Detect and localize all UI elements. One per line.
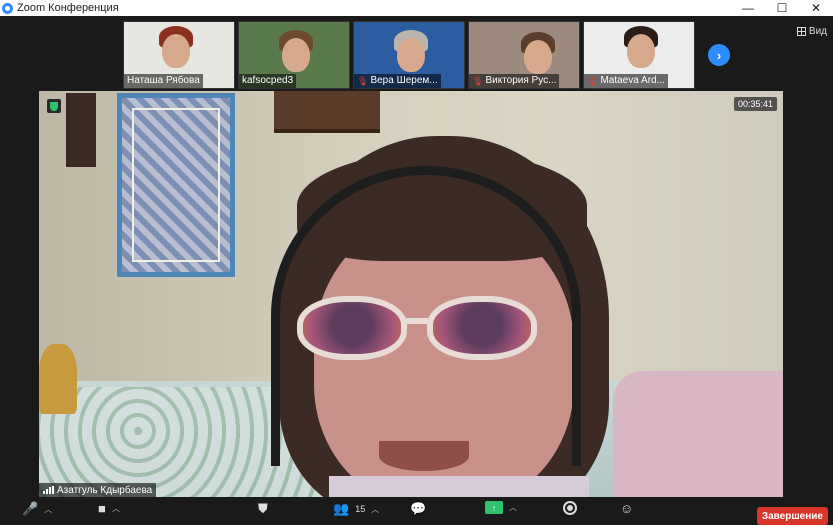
- participant-name-label: 🎙 Виктория Рус...: [469, 74, 560, 88]
- participants-icon: 👥: [333, 501, 350, 516]
- end-meeting-button[interactable]: Завершение: [756, 507, 828, 525]
- participant-thumbnail[interactable]: 🎙 Виктория Рус...: [468, 21, 580, 89]
- participant-name-label: kafsocped3: [239, 74, 297, 88]
- thumbnail-face: [627, 34, 655, 68]
- next-page-button[interactable]: ›: [708, 44, 730, 66]
- wall-picture-top: [274, 91, 380, 133]
- window-title: Zoom Конференция: [17, 2, 119, 14]
- share-screen-button[interactable]: ↑ ︿: [485, 501, 517, 514]
- speaker-shirt: [329, 476, 589, 497]
- close-button[interactable]: ✕: [799, 0, 833, 16]
- share-screen-icon: ↑: [485, 501, 503, 514]
- thumbnail-face: [524, 40, 552, 74]
- meeting-stage: Наташа Рябова kafsocped3 🎙 Вера Шерем... …: [0, 16, 833, 497]
- reactions-icon: ☺: [620, 501, 634, 516]
- window-titlebar: Zoom Конференция — ☐ ✕: [0, 0, 833, 16]
- thumbnail-face: [162, 34, 190, 68]
- speaker-name-tag: Азатгуль Кдырбаева: [39, 483, 157, 497]
- pink-pillow: [613, 371, 783, 497]
- shield-icon: ⛊: [258, 501, 268, 516]
- view-label: Вид: [808, 26, 827, 37]
- meeting-toolbar: 🎤 ︿ ■ ︿ ⛊ 👥 15 ︿ 💬 ↑ ︿ ☺ Завершение: [0, 497, 833, 525]
- muted-mic-icon: 🎙: [357, 76, 369, 86]
- sunglasses: [297, 296, 542, 364]
- thumbnail-strip: Наташа Рябова kafsocped3 🎙 Вера Шерем... …: [123, 21, 695, 89]
- minimize-button[interactable]: —: [731, 0, 765, 16]
- wall-picture-framed: [117, 93, 235, 277]
- active-speaker-video: 00:35:41 Азатгуль Кдырбаева: [39, 91, 783, 497]
- chevron-up-icon[interactable]: ︿: [44, 504, 52, 515]
- chevron-up-icon[interactable]: ︿: [509, 502, 517, 513]
- participants-count: 15: [355, 504, 366, 514]
- reactions-button[interactable]: ☺: [620, 501, 633, 516]
- participant-thumbnail[interactable]: 🎙 Вера Шерем...: [353, 21, 465, 89]
- participant-thumbnail[interactable]: Наташа Рябова: [123, 21, 235, 89]
- chevron-up-icon[interactable]: ︿: [371, 504, 379, 515]
- grid-view-icon: [796, 27, 806, 36]
- participant-thumbnail[interactable]: kafsocped3: [238, 21, 350, 89]
- wall-picture-small: [66, 93, 96, 167]
- participant-thumbnail[interactable]: 🎙 Mataeva Ard...: [583, 21, 695, 89]
- speaker-mouth: [379, 441, 469, 471]
- view-button[interactable]: Вид: [796, 26, 827, 37]
- participant-name-label: 🎙 Вера Шерем...: [354, 74, 441, 88]
- muted-mic-icon: 🎙: [587, 76, 599, 86]
- lamp: [39, 344, 77, 414]
- record-icon: [563, 501, 577, 515]
- participants-button[interactable]: 👥 15 ︿: [333, 501, 379, 517]
- participant-name-label: 🎙 Mataeva Ard...: [584, 74, 668, 88]
- chat-button[interactable]: 💬: [410, 501, 426, 517]
- microphone-icon: 🎤: [22, 501, 39, 516]
- thumbnail-face: [282, 38, 310, 72]
- speaker-name: Азатгуль Кдырбаева: [57, 484, 153, 496]
- video-button[interactable]: ■ ︿: [98, 501, 120, 516]
- maximize-button[interactable]: ☐: [765, 0, 799, 16]
- chat-icon: 💬: [410, 501, 427, 516]
- meeting-timer: 00:35:41: [733, 97, 777, 111]
- chevron-right-icon: ›: [716, 47, 722, 63]
- mute-button[interactable]: 🎤 ︿: [22, 501, 52, 517]
- security-button[interactable]: ⛊: [258, 501, 268, 517]
- record-button[interactable]: [563, 501, 577, 515]
- zoom-app-icon: [2, 2, 13, 14]
- thumbnail-face: [397, 38, 425, 72]
- participant-name-label: Наташа Рябова: [124, 74, 203, 88]
- encryption-shield-icon[interactable]: [47, 99, 61, 113]
- chevron-up-icon[interactable]: ︿: [112, 503, 120, 514]
- camera-icon: ■: [98, 501, 106, 516]
- muted-mic-icon: 🎙: [472, 76, 484, 86]
- signal-strength-icon: [43, 486, 54, 494]
